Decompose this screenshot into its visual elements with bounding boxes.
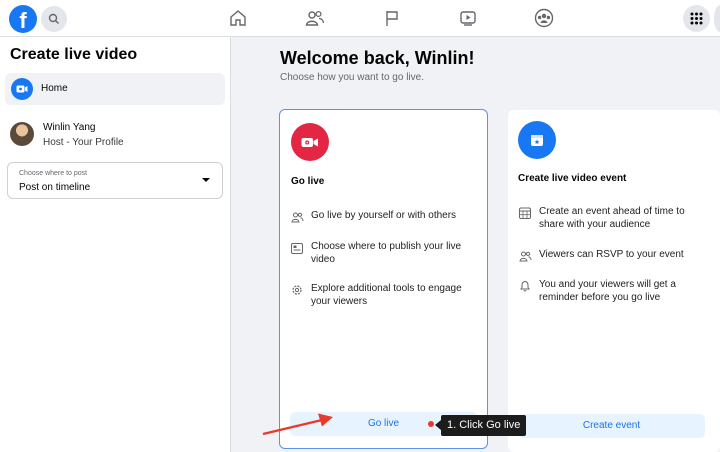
groups-icon[interactable]	[533, 7, 555, 29]
create-event-button[interactable]: Create event	[518, 414, 705, 438]
go-live-card[interactable]: Go live Go live by yourself or with othe…	[279, 109, 488, 449]
feature-text: Explore additional tools to engage your …	[311, 283, 462, 307]
home-icon[interactable]	[227, 7, 249, 29]
caret-down-icon	[202, 178, 210, 182]
feature-text: You and your viewers will get a reminder…	[539, 279, 676, 303]
menu-grid-icon[interactable]	[683, 5, 710, 32]
feature-item: Viewers can RSVP to your event	[518, 249, 710, 263]
host-profile[interactable]: Winlin Yang Host - Your Profile	[5, 117, 225, 153]
messenger-button[interactable]	[714, 5, 720, 32]
avatar	[10, 122, 34, 146]
post-destination-select[interactable]: Choose where to post Post on timeline	[7, 162, 223, 199]
feature-text: Viewers can RSVP to your event	[539, 249, 684, 260]
select-value: Post on timeline	[19, 182, 91, 193]
profile-name: Winlin Yang	[43, 122, 96, 133]
feature-text: Go live by yourself or with others	[311, 210, 457, 221]
feature-text: Create an event ahead of time to share w…	[539, 206, 685, 230]
select-label: Choose where to post	[19, 170, 88, 177]
page-title: Welcome back, Winlin!	[280, 48, 475, 68]
sidebar-title: Create live video	[10, 46, 138, 63]
annotation-click-marker	[428, 421, 434, 427]
people-icon	[518, 249, 532, 263]
card-title: Go live	[291, 176, 325, 187]
sidebar-item-label: Home	[41, 83, 68, 94]
calendar-icon	[518, 206, 532, 220]
bell-icon	[518, 279, 532, 293]
annotation-arrow-icon	[262, 413, 333, 436]
live-video-icon	[11, 78, 33, 100]
card-title: Create live video event	[518, 173, 627, 184]
live-camera-icon	[291, 123, 329, 161]
feature-text: Choose where to publish your live video	[311, 241, 462, 265]
left-sidebar: Create live video Home Winlin Yang Host …	[0, 37, 231, 452]
feature-item: Explore additional tools to engage your …	[290, 283, 480, 308]
profile-subtitle: Host - Your Profile	[43, 137, 124, 148]
feature-item: Create an event ahead of time to share w…	[518, 206, 710, 231]
settings-icon	[290, 283, 304, 297]
create-event-card[interactable]: Create live video event Create an event …	[508, 110, 720, 452]
newsfeed-icon	[290, 241, 304, 255]
friends-icon[interactable]	[304, 7, 326, 29]
feature-item: Go live by yourself or with others	[290, 210, 480, 224]
feature-item: Choose where to publish your live video	[290, 241, 480, 266]
flag-icon[interactable]	[381, 7, 403, 29]
sidebar-item-home[interactable]: Home	[5, 73, 225, 105]
search-icon[interactable]	[41, 6, 67, 32]
annotation-tooltip: 1. Click Go live	[441, 415, 527, 436]
facebook-logo[interactable]: f	[9, 5, 37, 33]
page-subtitle: Choose how you want to go live.	[280, 72, 424, 83]
watch-icon[interactable]	[457, 7, 479, 29]
feature-item: You and your viewers will get a reminder…	[518, 279, 710, 304]
top-navigation-bar: f	[0, 0, 720, 37]
calendar-star-icon	[518, 121, 556, 159]
people-icon	[290, 210, 304, 224]
